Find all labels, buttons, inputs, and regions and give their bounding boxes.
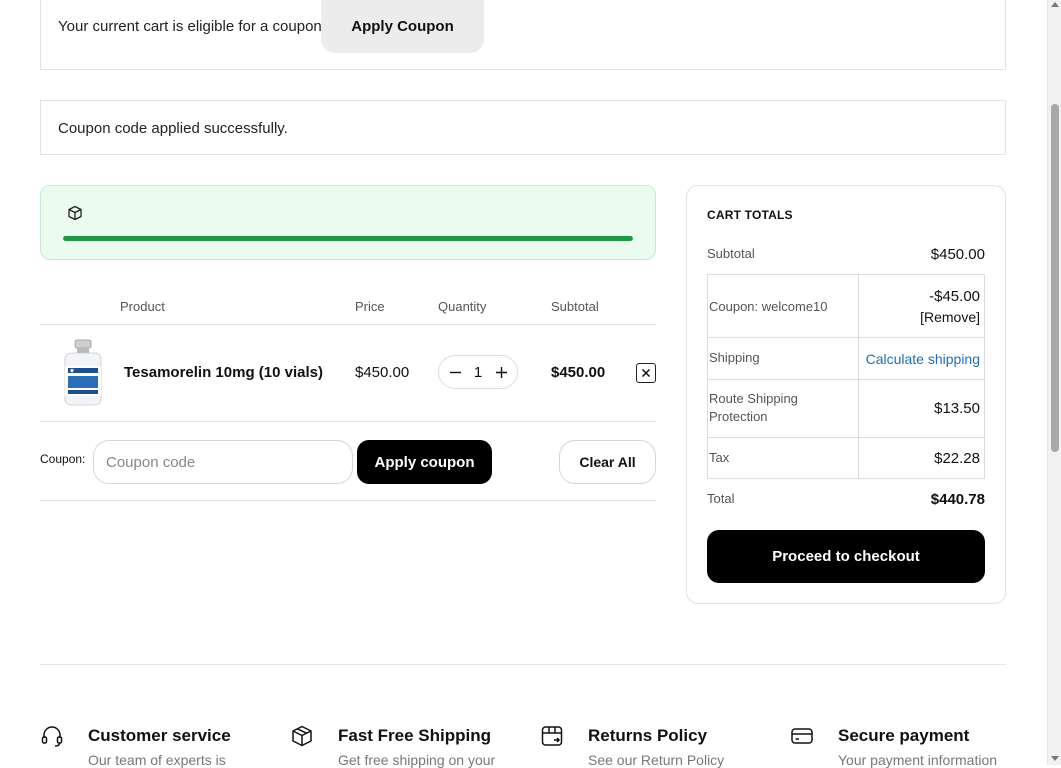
box-icon [292, 725, 312, 747]
return-box-icon [541, 726, 563, 746]
remove-item-button[interactable] [636, 363, 656, 383]
headset-icon [41, 726, 63, 747]
feature-description: See our Return Policy [588, 752, 725, 768]
free-shipping-progress [40, 185, 656, 260]
decrease-quantity-button[interactable] [445, 362, 465, 382]
column-header-quantity: Quantity [438, 299, 487, 314]
product-price: $450.00 [355, 364, 410, 381]
plus-icon [495, 366, 507, 378]
cart-totals-card: CART TOTALS Subtotal $450.00 Coupon: wel… [686, 185, 1006, 604]
divider [40, 324, 656, 325]
feature-title: Secure payment [838, 726, 970, 745]
feature-description: Our team of experts is [88, 752, 226, 768]
shipping-row: Shipping Calculate shipping [708, 338, 984, 380]
coupon-applied-text: Coupon code applied successfully. [58, 120, 288, 137]
box-icon [68, 205, 82, 221]
feature-description: Get free shipping on your [338, 752, 496, 768]
page-scrollbar[interactable] [1047, 0, 1061, 765]
feature-title: Fast Free Shipping [338, 726, 492, 745]
scroll-down-arrow[interactable] [1051, 756, 1059, 761]
divider [40, 421, 656, 422]
divider [40, 500, 656, 501]
feature-description: Your payment information [838, 752, 998, 768]
subtotal-row: Subtotal $450.00 [707, 246, 985, 266]
increase-quantity-button[interactable] [491, 362, 511, 382]
totals-breakdown-table: Coupon: welcome10 -$45.00 [Remove] Shipp… [707, 274, 985, 479]
tax-value: $22.28 [934, 450, 980, 467]
coupon-label: Coupon: [40, 452, 86, 466]
progress-fill [63, 236, 633, 241]
coupon-eligible-notice: Your current cart is eligible for a coup… [40, 0, 1006, 70]
route-protection-label: Route Shipping Protection [709, 391, 798, 424]
coupon-row: Coupon: welcome10 -$45.00 [Remove] [708, 275, 984, 338]
total-row: Total $440.78 [707, 491, 985, 511]
credit-card-icon [791, 728, 813, 744]
quantity-stepper: 1 [438, 355, 518, 389]
remove-coupon-link[interactable]: [Remove] [920, 309, 980, 325]
total-label: Total [707, 491, 735, 506]
apply-coupon-top-button[interactable]: Apply Coupon [321, 0, 484, 53]
tax-row: Tax $22.28 [708, 438, 984, 480]
route-protection-row: Route Shipping Protection $13.50 [708, 380, 984, 438]
footer-divider [40, 664, 1006, 665]
calculate-shipping-link[interactable]: Calculate shipping [866, 351, 980, 367]
total-value: $440.78 [930, 491, 985, 508]
clear-all-button[interactable]: Clear All [559, 440, 656, 484]
subtotal-value: $450.00 [930, 246, 985, 263]
proceed-to-checkout-button[interactable]: Proceed to checkout [707, 530, 985, 583]
column-header-price: Price [355, 299, 385, 314]
cart-totals-title: CART TOTALS [707, 208, 793, 222]
product-name-link[interactable]: Tesamorelin 10mg (10 vials) [124, 364, 323, 381]
coupon-discount-value: -$45.00 [929, 288, 980, 305]
close-icon [641, 368, 651, 378]
route-protection-value: $13.50 [934, 400, 980, 417]
coupon-eligible-text: Your current cart is eligible for a coup… [58, 18, 326, 35]
scroll-up-arrow[interactable] [1051, 2, 1059, 7]
coupon-code-input[interactable] [93, 440, 353, 484]
progress-track [63, 236, 633, 241]
column-header-subtotal: Subtotal [551, 299, 599, 314]
feature-title: Customer service [88, 726, 231, 745]
quantity-value[interactable]: 1 [474, 364, 482, 381]
column-header-product: Product [120, 299, 165, 314]
apply-coupon-button[interactable]: Apply coupon [357, 440, 492, 484]
feature-title: Returns Policy [588, 726, 708, 745]
tax-label: Tax [709, 450, 730, 465]
minus-icon [449, 371, 461, 373]
coupon-applied-label: Coupon: welcome10 [709, 299, 828, 314]
coupon-applied-notice: Coupon code applied successfully. [40, 100, 1006, 155]
scrollbar-thumb[interactable] [1051, 104, 1059, 452]
subtotal-label: Subtotal [707, 246, 755, 261]
product-subtotal: $450.00 [551, 364, 606, 381]
product-thumbnail[interactable] [60, 338, 106, 408]
shipping-label: Shipping [709, 350, 760, 365]
